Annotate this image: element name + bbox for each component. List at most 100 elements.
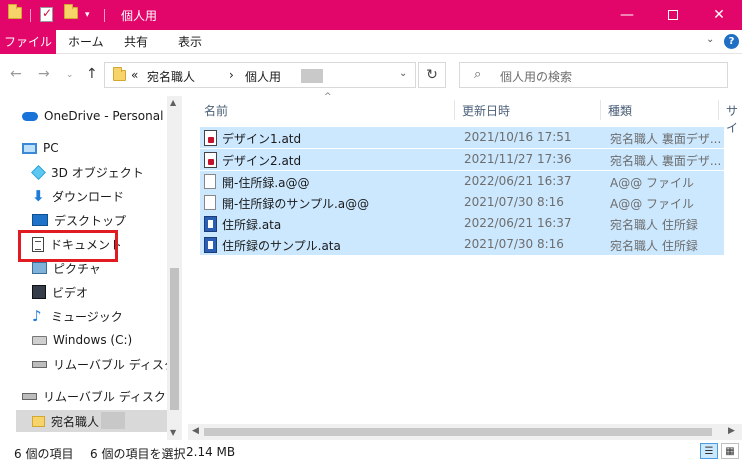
scrollbar-thumb[interactable] bbox=[204, 428, 712, 436]
item-count: 6 個の項目 bbox=[14, 447, 74, 461]
sidebar-item-videos[interactable]: ビデオ bbox=[32, 281, 182, 303]
scroll-left-icon[interactable]: ◀ bbox=[192, 426, 199, 436]
column-header-name[interactable]: 名前 bbox=[204, 102, 228, 119]
atd-file-icon bbox=[204, 130, 217, 146]
sidebar-item-downloads[interactable]: ⬇ ダウンロード bbox=[32, 185, 182, 207]
sidebar-item-label: リムーバブル ディスク (D:) bbox=[43, 389, 182, 404]
quick-access-dropdown-icon[interactable]: ▾ bbox=[85, 10, 99, 26]
navigation-scrollbar[interactable]: ▲ ▼ bbox=[167, 96, 182, 440]
breadcrumb-item[interactable]: 宛名職人 bbox=[147, 68, 195, 85]
sidebar-item-label: 3D オブジェクト bbox=[51, 165, 144, 180]
sidebar-item-onedrive[interactable]: OneDrive - Personal bbox=[22, 105, 182, 127]
pc-icon bbox=[22, 142, 37, 154]
selected-size: 2.14 MB bbox=[186, 445, 236, 459]
search-icon: ⌕ bbox=[474, 67, 482, 82]
scroll-right-icon[interactable]: ▶ bbox=[728, 426, 735, 436]
file-row[interactable]: 開-住所録.a@@ 2022/06/21 16:37 A@@ ファイル bbox=[200, 171, 724, 192]
scroll-down-icon[interactable]: ▼ bbox=[170, 428, 176, 437]
sidebar-item-label: PC bbox=[43, 141, 59, 155]
onedrive-icon bbox=[22, 111, 38, 121]
large-icons-view-button[interactable]: ▦ bbox=[721, 443, 739, 459]
tab-file[interactable]: ファイル bbox=[0, 30, 56, 54]
back-icon[interactable]: ← bbox=[10, 66, 22, 82]
usb-drive-icon bbox=[22, 392, 37, 400]
file-name: デザイン2.atd bbox=[222, 154, 302, 168]
atd-file-icon bbox=[204, 152, 217, 168]
sidebar-item-label: 宛名職人 bbox=[51, 414, 100, 429]
breadcrumb-item[interactable]: 個人用 bbox=[245, 68, 281, 85]
sidebar-item-removable-d-root[interactable]: リムーバブル ディスク (D:) bbox=[22, 385, 182, 407]
minimize-button[interactable]: — bbox=[604, 0, 650, 30]
address-bar[interactable]: « 宛名職人 › 個人用 ⌄ bbox=[104, 62, 416, 88]
folder-icon bbox=[113, 67, 126, 84]
column-divider[interactable] bbox=[454, 100, 455, 120]
usb-drive-icon bbox=[32, 360, 47, 368]
download-icon: ⬇ bbox=[32, 186, 45, 205]
file-name: 住所録のサンプル.ata bbox=[222, 239, 341, 253]
sidebar-item-windows-c[interactable]: Windows (C:) bbox=[32, 329, 182, 351]
minimize-icon: — bbox=[620, 7, 634, 23]
folder-icon bbox=[8, 4, 22, 23]
desktop-icon bbox=[32, 214, 48, 226]
horizontal-scrollbar[interactable]: ◀ ▶ bbox=[188, 424, 742, 440]
column-divider[interactable] bbox=[718, 100, 719, 120]
sidebar-item-label: ピクチャ bbox=[53, 261, 101, 276]
maximize-button[interactable] bbox=[650, 0, 696, 30]
new-folder-icon[interactable] bbox=[64, 4, 78, 23]
file-date: 2021/07/30 8:16 bbox=[464, 195, 564, 209]
sidebar-item-label: ダウンロード bbox=[52, 189, 125, 204]
refresh-button[interactable]: ↻ bbox=[418, 62, 446, 88]
redacted-area bbox=[301, 69, 323, 83]
file-type: A@@ ファイル bbox=[610, 197, 695, 211]
recent-locations-icon[interactable]: ⌄ bbox=[66, 70, 74, 80]
expand-ribbon-icon[interactable]: ⌄ bbox=[706, 34, 714, 45]
file-row[interactable]: 住所録のサンプル.ata 2021/07/30 8:16 宛名職人 住所録 bbox=[200, 234, 724, 255]
sidebar-item-3d-objects[interactable]: 3D オブジェクト bbox=[31, 161, 182, 183]
tab-share[interactable]: 共有 bbox=[116, 30, 156, 54]
folder-icon bbox=[32, 415, 45, 427]
tab-home[interactable]: ホーム bbox=[60, 30, 112, 54]
file-row[interactable]: 開-住所録のサンプル.a@@ 2021/07/30 8:16 A@@ ファイル bbox=[200, 192, 724, 213]
sidebar-item-music[interactable]: ♪ ミュージック bbox=[32, 305, 182, 327]
file-list: ^ 名前 更新日時 種類 サイ デザイン1.atd 2021/10/16 17:… bbox=[188, 92, 742, 440]
details-view-button[interactable]: ☰ bbox=[700, 443, 718, 459]
window-title: 個人用 bbox=[121, 9, 158, 23]
refresh-icon: ↻ bbox=[426, 67, 438, 83]
help-icon[interactable]: ? bbox=[724, 34, 739, 49]
sidebar-item-label: リムーバブル ディスク (D:) bbox=[53, 357, 182, 372]
maximize-icon bbox=[668, 10, 678, 20]
file-date: 2021/07/30 8:16 bbox=[464, 237, 564, 251]
forward-icon[interactable]: → bbox=[38, 66, 50, 82]
scroll-up-icon[interactable]: ▲ bbox=[170, 98, 176, 107]
close-button[interactable]: ✕ bbox=[696, 0, 742, 30]
sidebar-item-pc[interactable]: PC bbox=[22, 137, 182, 159]
tab-view[interactable]: 表示 bbox=[170, 30, 210, 54]
sidebar-item-removable-d[interactable]: リムーバブル ディスク (D:) bbox=[32, 353, 182, 375]
scrollbar-thumb[interactable] bbox=[170, 268, 179, 410]
up-icon[interactable]: ↑ bbox=[86, 66, 98, 82]
videos-icon bbox=[32, 285, 46, 299]
column-header-type[interactable]: 種類 bbox=[608, 102, 632, 119]
file-type: 宛名職人 裏面デザ... bbox=[610, 132, 722, 146]
search-input[interactable]: ⌕ 個人用の検索 bbox=[459, 62, 728, 88]
pictures-icon bbox=[32, 262, 47, 274]
music-icon: ♪ bbox=[32, 306, 42, 325]
breadcrumb-separator[interactable]: › bbox=[229, 68, 234, 82]
file-row[interactable]: デザイン1.atd 2021/10/16 17:51 宛名職人 裏面デザ... bbox=[200, 127, 724, 148]
file-row[interactable]: デザイン2.atd 2021/11/27 17:36 宛名職人 裏面デザ... bbox=[200, 149, 724, 170]
file-date: 2022/06/21 16:37 bbox=[464, 174, 572, 188]
address-prefix[interactable]: « bbox=[131, 68, 138, 82]
column-divider[interactable] bbox=[600, 100, 601, 120]
divider bbox=[104, 9, 105, 22]
navigation-pane: OneDrive - Personal PC 3D オブジェクト ⬇ ダウンロー… bbox=[0, 96, 182, 440]
chevron-down-icon[interactable]: ⌄ bbox=[399, 68, 407, 79]
file-date: 2021/11/27 17:36 bbox=[464, 152, 572, 166]
documents-highlight-box bbox=[18, 230, 118, 262]
large-icons-view-icon: ▦ bbox=[725, 445, 735, 457]
file-row[interactable]: 住所録.ata 2022/06/21 16:37 宛名職人 住所録 bbox=[200, 213, 724, 234]
title-bar: ▾ 個人用 — ✕ bbox=[0, 0, 742, 30]
sidebar-item-desktop[interactable]: デスクトップ bbox=[32, 209, 182, 231]
column-header-size[interactable]: サイ bbox=[726, 102, 742, 136]
column-header-date[interactable]: 更新日時 bbox=[462, 102, 510, 119]
properties-icon[interactable] bbox=[40, 6, 54, 23]
